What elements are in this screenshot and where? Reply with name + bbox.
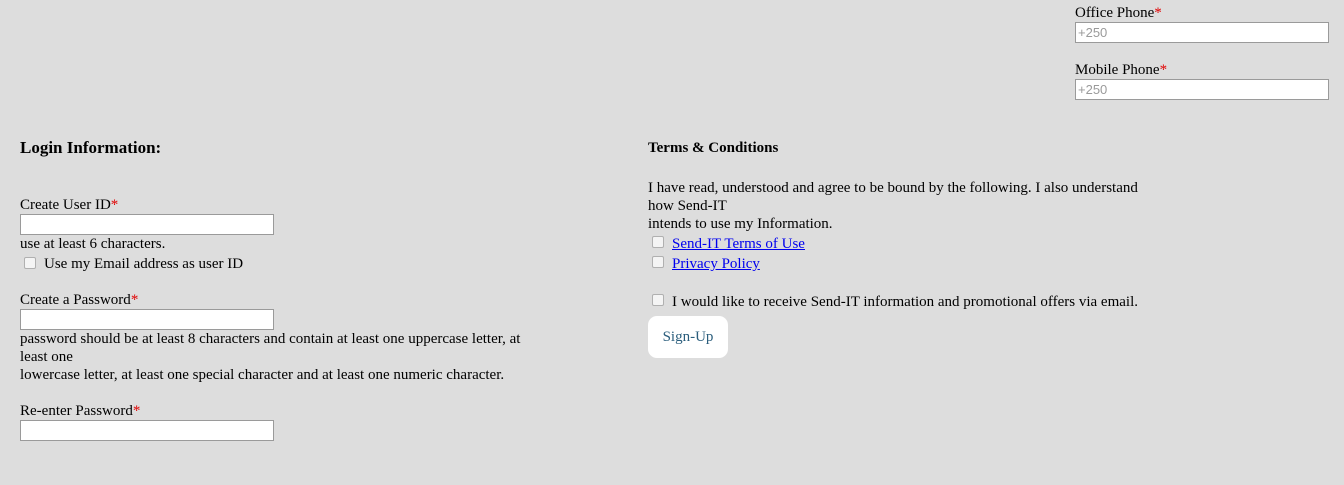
password-input[interactable] [20,309,274,330]
sign-up-button[interactable]: Sign-Up [648,316,728,358]
use-email-label: Use my Email address as user ID [44,256,244,272]
reenter-password-label: Re-enter Password* [20,403,141,419]
password-hint-line3: lowercase letter, at least one special c… [20,367,505,383]
user-id-input[interactable] [20,214,274,235]
terms-intro-line2: how Send-IT [648,198,727,214]
required-asterisk: * [1154,5,1162,21]
password-hint-line2: least one [20,349,73,365]
privacy-policy-checkbox[interactable] [652,256,664,268]
promo-email-checkbox[interactable] [652,294,664,306]
required-asterisk: * [132,403,141,419]
required-asterisk: * [130,292,139,308]
terms-intro-line3: intends to use my Information. [648,216,833,232]
terms-of-use-link[interactable]: Send-IT Terms of Use [672,235,805,253]
terms-intro-line1: I have read, understood and agree to be … [648,180,1138,196]
reenter-password-input[interactable] [20,420,274,441]
password-hint-line1: password should be at least 8 characters… [20,331,521,347]
terms-of-use-checkbox[interactable] [652,236,664,248]
office-phone-input[interactable] [1075,22,1329,43]
promo-email-label: I would like to receive Send-IT informat… [672,294,1138,310]
use-email-checkbox[interactable] [24,257,36,269]
login-heading: Login Information: [20,138,162,157]
required-asterisk: * [1159,62,1168,78]
privacy-policy-link[interactable]: Privacy Policy [672,255,760,273]
user-id-hint: use at least 6 characters. [20,236,166,252]
required-asterisk: * [110,197,119,213]
terms-heading: Terms & Conditions [648,140,779,156]
mobile-phone-label: Mobile Phone* [1075,62,1168,78]
password-label: Create a Password* [20,292,139,308]
office-phone-label: Office Phone* [1075,5,1162,21]
mobile-phone-input[interactable] [1075,79,1329,100]
user-id-label: Create User ID* [20,197,119,213]
